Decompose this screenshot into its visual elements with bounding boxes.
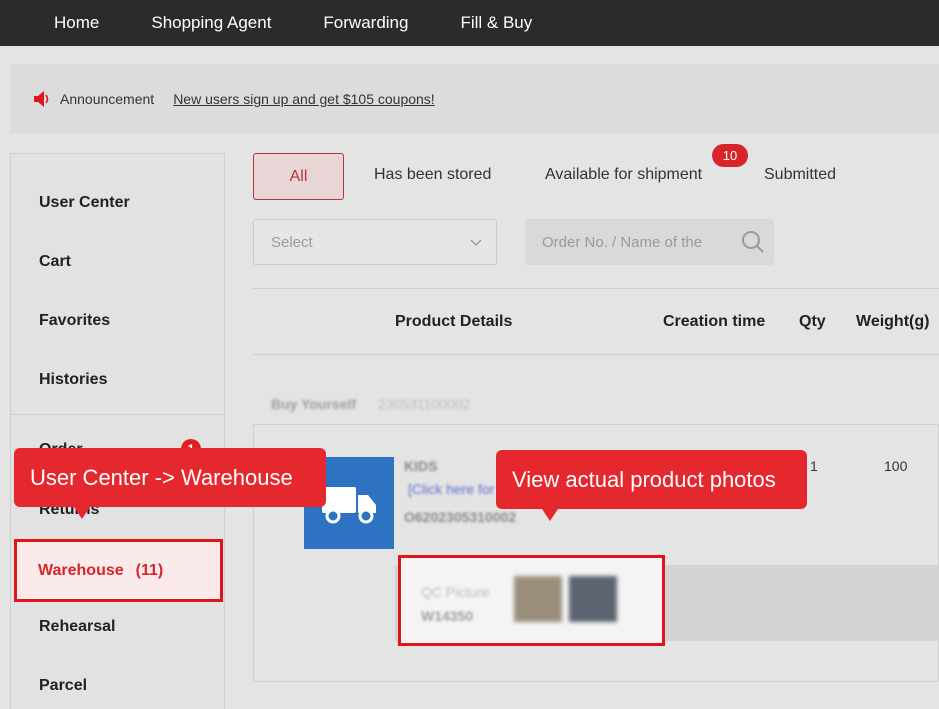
announcement-bar: Announcement New users sign up and get $… bbox=[10, 64, 939, 134]
table-divider-top bbox=[253, 288, 939, 289]
select-placeholder: Select bbox=[271, 233, 313, 251]
callout-right-tail bbox=[542, 509, 558, 521]
search-icon[interactable] bbox=[741, 230, 765, 254]
qc-code: W14350 bbox=[421, 608, 474, 624]
callout-left-text: User Center -> Warehouse bbox=[30, 464, 293, 490]
sidebar-item-histories[interactable]: Histories bbox=[39, 371, 107, 389]
status-select[interactable]: Select bbox=[253, 219, 497, 265]
warehouse-count: (11) bbox=[135, 561, 164, 579]
nav-shopping-agent[interactable]: Shopping Agent bbox=[151, 13, 271, 33]
search-input[interactable]: Order No. / Name of the bbox=[525, 219, 774, 265]
callout-user-center-warehouse: User Center -> Warehouse bbox=[14, 448, 326, 519]
sidebar-item-cart[interactable]: Cart bbox=[39, 253, 71, 271]
sidebar-item-parcel[interactable]: Parcel bbox=[39, 677, 87, 695]
sidebar-item-warehouse[interactable]: Warehouse (11) bbox=[14, 539, 223, 602]
qc-photo-2[interactable] bbox=[569, 576, 617, 622]
sidebar-item-user-center[interactable]: User Center bbox=[39, 194, 130, 212]
qc-label: QC Picture bbox=[421, 584, 490, 600]
announcement-label: Announcement bbox=[60, 91, 155, 107]
col-qty: Qty bbox=[799, 313, 826, 330]
order-number: O6202305310002 bbox=[404, 509, 517, 525]
sidebar-item-rehearsal[interactable]: Rehearsal bbox=[39, 618, 116, 636]
chevron-down-icon bbox=[470, 239, 482, 246]
row-qty: 1 bbox=[810, 458, 818, 474]
sidebar: User Center Cart Favorites Histories Ord… bbox=[10, 153, 225, 709]
callout-left-tail bbox=[74, 507, 90, 519]
table-divider-header bbox=[253, 354, 939, 355]
sidebar-divider bbox=[11, 414, 224, 415]
callout-right-text: View actual product photos bbox=[512, 466, 776, 492]
speaker-icon bbox=[34, 91, 49, 107]
group-id: 230531100002 bbox=[378, 396, 471, 412]
callout-view-photos: View actual product photos bbox=[496, 450, 807, 521]
tab-available-for-shipment[interactable]: Available for shipment bbox=[545, 166, 702, 184]
nav-home[interactable]: Home bbox=[54, 13, 99, 33]
group-label: Buy Yourself bbox=[271, 396, 357, 412]
col-weight: Weight(g) bbox=[856, 313, 930, 330]
available-count-badge: 10 bbox=[712, 144, 748, 167]
row-weight: 100 bbox=[884, 458, 908, 474]
product-name: KIDS bbox=[404, 458, 438, 474]
truck-icon bbox=[322, 487, 376, 524]
warehouse-label: Warehouse bbox=[38, 561, 124, 579]
col-creation-time: Creation time bbox=[663, 313, 766, 330]
qc-photo-1[interactable] bbox=[514, 576, 562, 622]
nav-fill-buy[interactable]: Fill & Buy bbox=[460, 13, 532, 33]
tab-has-been-stored[interactable]: Has been stored bbox=[374, 166, 491, 184]
qc-photos-box[interactable]: QC Picture W14350 bbox=[398, 555, 665, 646]
col-product-details: Product Details bbox=[395, 313, 513, 330]
tab-submitted[interactable]: Submitted bbox=[764, 166, 836, 184]
nav-forwarding[interactable]: Forwarding bbox=[323, 13, 408, 33]
announcement-link[interactable]: New users sign up and get $105 coupons! bbox=[173, 91, 435, 107]
sidebar-item-favorites[interactable]: Favorites bbox=[39, 312, 110, 330]
top-nav: Home Shopping Agent Forwarding Fill & Bu… bbox=[0, 0, 939, 46]
search-placeholder: Order No. / Name of the bbox=[542, 233, 703, 251]
tab-all[interactable]: All bbox=[253, 153, 344, 200]
